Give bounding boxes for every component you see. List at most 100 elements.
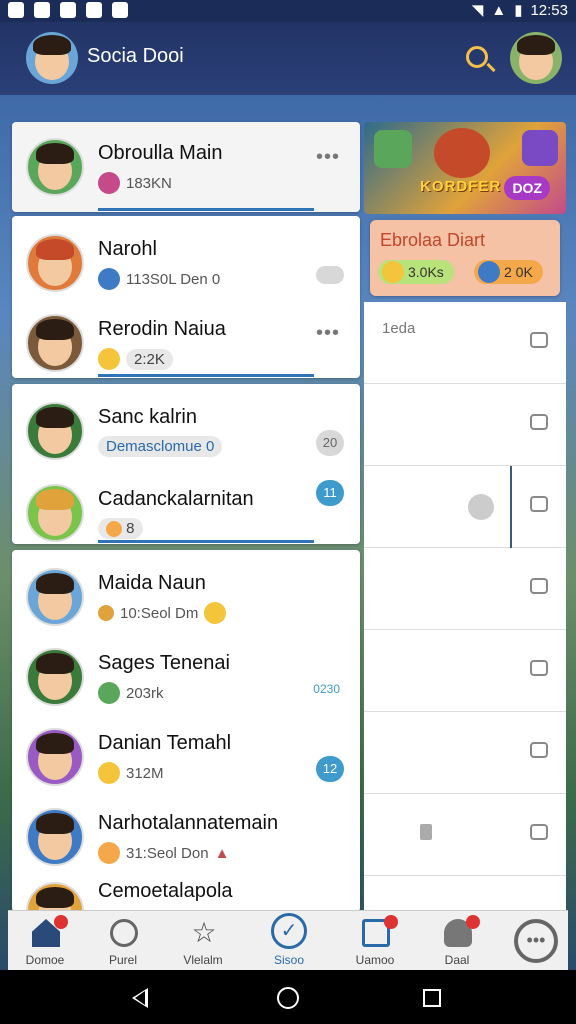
emoji-icon [98,842,120,864]
thread-item[interactable] [364,384,566,466]
sticker-icon: ▲ [214,844,230,862]
compass-icon [110,919,138,947]
notification-icon [8,2,24,18]
chat-avatar [26,402,84,460]
nav-favorites[interactable]: ☆ Vlelalm [168,911,238,971]
message-icon [530,660,548,676]
chat-bubble-icon[interactable]: ••• [514,919,558,963]
active-indicator [98,208,314,211]
chat-row[interactable]: Narohl 113S0L Den 0 [12,220,360,300]
wifi-icon: ◥ [471,2,484,19]
chat-name: Danian Temahl [98,732,232,754]
thread-item[interactable] [364,712,566,794]
unread-badge: 12 [316,756,344,782]
nav-label: Vlelalm [183,953,223,967]
emoji-icon [98,348,120,370]
notification-icon [112,2,128,18]
nav-active[interactable]: ✓ Sisoo [254,911,324,971]
chat-meta-value: 8 [126,520,135,537]
chat-row[interactable]: Cemoetalapola [12,874,360,912]
chat-avatar [26,138,84,196]
chat-row[interactable]: Obroulla Main 183KN ••• [12,124,360,204]
nav-explore[interactable]: Purel [88,911,158,971]
nav-label: Uamoo [355,953,395,967]
chat-name: Obroulla Main [98,142,223,164]
emoji-icon [98,268,120,290]
chat-name: Narohl [98,238,157,260]
unread-badge [316,266,344,284]
chat-name: Sanc kalrin [98,406,197,428]
chat-row[interactable]: Cadanckalarnitan 8 11 [12,470,360,550]
home-button-icon[interactable] [277,987,299,1009]
star-icon: ☆ [191,917,217,948]
back-icon[interactable] [132,988,148,1008]
app-title: Socia Dooi [87,45,184,67]
chat-meta: 203rk [126,684,164,702]
chat-meta: 2:2K [126,348,173,370]
status-dot-icon [468,494,494,520]
search-icon[interactable] [466,46,488,68]
message-icon [530,824,548,840]
notification-dot [466,915,480,929]
offer-chip-label: 2 0K [504,264,533,280]
chat-meta: 183KN [126,174,172,192]
account-avatar[interactable] [510,32,562,84]
chat-avatar [26,314,84,372]
offer-chip[interactable]: 2 0K [474,260,543,284]
nav-profile[interactable]: Daal [422,911,492,971]
chat-row[interactable]: Rerodin Naiua 2:2K ••• [12,300,360,380]
offer-title: Ebrolaa Diart [380,230,486,250]
thread-item[interactable] [364,548,566,630]
notification-icons [8,2,128,18]
thread-item[interactable] [364,794,566,876]
chat-avatar [26,728,84,786]
thread-item[interactable] [364,630,566,712]
chat-row[interactable]: Narhotalannatemain 31:Seol Don ▲ [12,794,360,874]
notification-icon [34,2,50,18]
chat-row[interactable]: Sages Tenenai 203rk 0230 [12,634,360,714]
chat-name: Sages Tenenai [98,652,230,674]
chat-row[interactable]: Maida Naun 10:Seol Dm [12,554,360,634]
chat-meta: 10:Seol Dm [120,604,199,622]
nav-label: Purel [108,953,137,967]
chat-name: Cadanckalarnitan [98,488,254,510]
chat-card: Maida Naun 10:Seol Dm Sages Tenenai 203r… [12,550,360,912]
message-icon [530,414,548,430]
nav-label: Sisoo [273,953,305,967]
more-options-icon[interactable]: ••• [316,146,340,169]
nav-label: Domoe [25,953,65,967]
active-indicator [98,540,314,543]
emoji-icon [382,261,404,283]
message-icon [530,332,548,348]
nav-messages[interactable]: Uamoo [340,911,410,971]
chat-row[interactable]: Danian Temahl 312M 12 [12,714,360,794]
profile-avatar[interactable] [26,32,78,84]
thread-item[interactable] [364,466,566,548]
attachment-icon [420,824,432,840]
chat-name: Cemoetalapola [98,880,233,902]
chat-row[interactable]: Sanc kalrin Demasclomue 0 20 [12,388,360,468]
notification-dot [54,915,68,929]
promo-banner[interactable]: KORDFER DOZ [364,122,566,214]
chat-name: Rerodin Naiua [98,318,226,340]
chat-name: Maida Naun [98,572,206,594]
thread-item[interactable]: 1eda [364,302,566,384]
game-character-icon [374,130,412,168]
emoji-icon [478,261,500,283]
offer-card[interactable]: Ebrolaa Diart 3.0Ks 2 0K [370,220,560,296]
chat-avatar [26,568,84,626]
promo-title: KORDFER [420,178,502,195]
chat-avatar [26,648,84,706]
emoji-icon [98,172,120,194]
thread-item[interactable] [364,876,566,910]
nav-home[interactable]: Domoe [10,911,80,971]
emoji-icon [98,762,120,784]
emoji-icon [106,521,122,538]
chat-avatar [26,882,84,912]
nav-label: Daal [444,953,470,967]
chat-card: Sanc kalrin Demasclomue 0 20 Cadanckalar… [12,384,360,544]
offer-chip[interactable]: 3.0Ks [378,260,454,284]
more-options-icon[interactable]: ••• [316,322,340,345]
recents-icon[interactable] [423,989,441,1007]
notification-icon [86,2,102,18]
